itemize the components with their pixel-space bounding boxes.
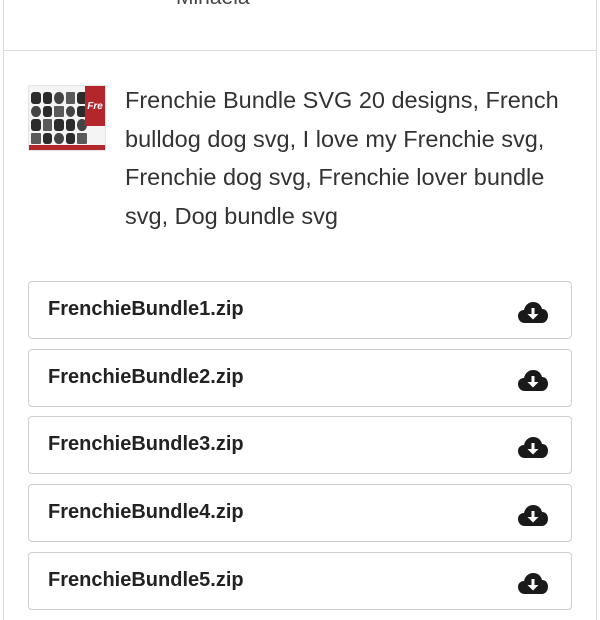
file-item-4[interactable]: FrenchieBundle4.zip [28, 484, 572, 543]
cloud-download-icon[interactable] [517, 434, 549, 460]
customer-name: Mihaela [176, 0, 250, 10]
cloud-download-icon[interactable] [517, 570, 549, 596]
thumbnail-designs-grid [31, 92, 87, 144]
file-name: FrenchieBundle5.zip [48, 568, 244, 591]
divider [4, 50, 596, 51]
cloud-download-icon[interactable] [517, 367, 549, 393]
file-list: FrenchieBundle1.zip FrenchieBundle2.zip … [28, 281, 572, 619]
file-item-2[interactable]: FrenchieBundle2.zip [28, 348, 572, 407]
file-name: FrenchieBundle3.zip [48, 433, 244, 456]
cloud-download-icon[interactable] [517, 299, 549, 325]
file-item-5[interactable]: FrenchieBundle5.zip [28, 551, 572, 610]
thumbnail-logo: Fre [85, 86, 105, 126]
file-name: FrenchieBundle1.zip [48, 298, 244, 320]
product-title[interactable]: Frenchie Bundle SVG 20 designs, French b… [125, 81, 565, 235]
file-name: FrenchieBundle2.zip [48, 365, 244, 388]
cloud-download-icon[interactable] [517, 502, 549, 528]
thumbnail-strip [29, 145, 105, 150]
file-item-3[interactable]: FrenchieBundle3.zip [28, 416, 572, 475]
product-thumbnail[interactable]: Fre [28, 85, 106, 151]
file-name: FrenchieBundle4.zip [48, 501, 244, 524]
file-item-1[interactable]: FrenchieBundle1.zip [28, 281, 572, 339]
